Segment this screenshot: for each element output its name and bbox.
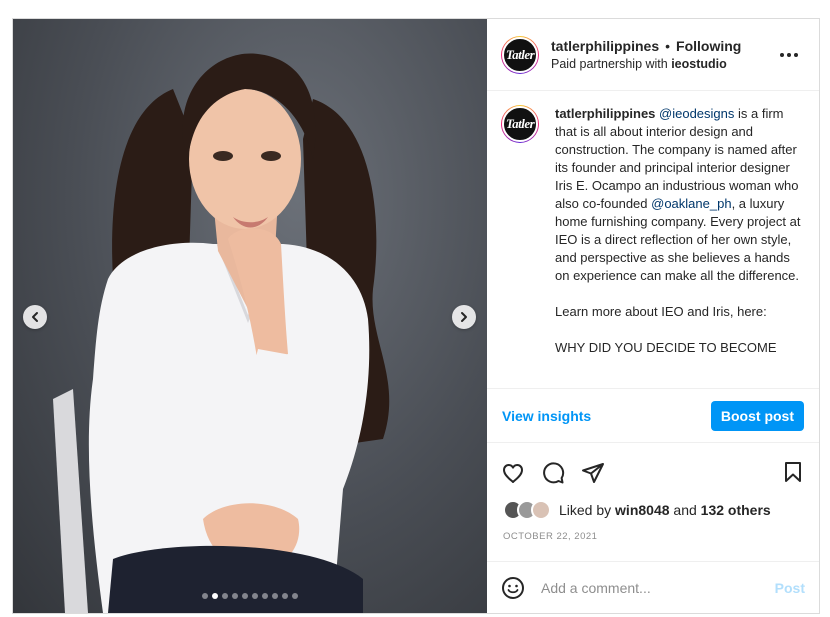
chevron-right-icon	[461, 312, 467, 322]
slide-dot	[202, 593, 208, 599]
caption-text: tatlerphilippines @ieodesigns is a firm …	[555, 105, 801, 388]
heart-icon[interactable]	[501, 461, 525, 485]
slide-dot	[292, 593, 298, 599]
avatar: Tatler	[502, 36, 538, 73]
insights-bar: View insights Boost post	[487, 389, 819, 443]
avatar: Tatler	[502, 106, 538, 142]
liker-avatars	[503, 500, 551, 520]
mention-link[interactable]: @ieodesigns	[659, 106, 734, 121]
slide-indicator	[13, 593, 487, 599]
comment-icon[interactable]	[541, 461, 565, 485]
likes-prefix: Liked by	[559, 502, 616, 518]
action-bar	[487, 449, 819, 497]
comment-box: Post	[487, 561, 819, 613]
liker-username-link[interactable]: win8048	[615, 502, 669, 518]
story-ring[interactable]: Tatler	[501, 35, 539, 74]
slide-dot	[242, 593, 248, 599]
username-link[interactable]: tatlerphilippines	[551, 38, 659, 54]
slide-dot	[282, 593, 288, 599]
more-options-button[interactable]	[779, 45, 799, 63]
previous-slide-button[interactable]	[23, 305, 47, 329]
slide-dot-active	[212, 593, 218, 599]
share-icon[interactable]	[581, 461, 605, 485]
slide-dot	[262, 593, 268, 599]
partner-link[interactable]: ieostudio	[671, 57, 727, 71]
slide-dot	[252, 593, 258, 599]
post-media[interactable]	[13, 19, 487, 613]
emoji-icon[interactable]	[501, 576, 525, 600]
separator: •	[665, 37, 671, 54]
slide-dot	[232, 593, 238, 599]
post-photo	[53, 53, 390, 613]
caption-avatar-ring[interactable]: Tatler	[501, 105, 539, 143]
view-insights-link[interactable]: View insights	[502, 408, 591, 424]
caption-section: Tatler tatlerphilippines @ieodesigns is …	[487, 91, 819, 389]
post-date[interactable]: OCTOBER 22, 2021	[487, 523, 819, 555]
likes-text: Liked by win8048 and 132 others	[559, 502, 771, 518]
post-header: Tatler tatlerphilippines • Following Paid …	[487, 19, 819, 91]
partnership-prefix: Paid partnership with	[551, 56, 672, 71]
post-dialog: Tatler tatlerphilippines • Following Paid …	[12, 18, 820, 614]
more-horizontal-icon	[780, 53, 798, 57]
boost-post-button[interactable]: Boost post	[710, 400, 804, 431]
slide-dot	[222, 593, 228, 599]
caption-username[interactable]: tatlerphilippines	[555, 106, 655, 121]
header-line: tatlerphilippines • Following	[551, 37, 741, 56]
slide-dot	[272, 593, 278, 599]
caption-body: , a luxury home furnishing company. Ever…	[555, 196, 801, 355]
likes-row: Liked by win8048 and 132 others	[487, 497, 819, 523]
following-button[interactable]: Following	[676, 38, 741, 54]
mention-link[interactable]: @oaklane_ph	[651, 196, 731, 211]
post-side-panel: Tatler tatlerphilippines • Following Paid …	[487, 19, 819, 613]
chevron-left-icon	[32, 312, 38, 322]
likes-others-link[interactable]: 132 others	[701, 502, 771, 518]
partnership-label: Paid partnership with ieostudio	[551, 56, 741, 73]
avatar[interactable]	[531, 500, 551, 520]
bookmark-icon[interactable]	[781, 460, 805, 484]
likes-connector: and	[669, 502, 701, 518]
next-slide-button[interactable]	[452, 305, 476, 329]
post-comment-button[interactable]: Post	[775, 580, 805, 596]
comment-input[interactable]	[539, 578, 775, 597]
header-text: tatlerphilippines • Following Paid partner…	[551, 37, 741, 73]
